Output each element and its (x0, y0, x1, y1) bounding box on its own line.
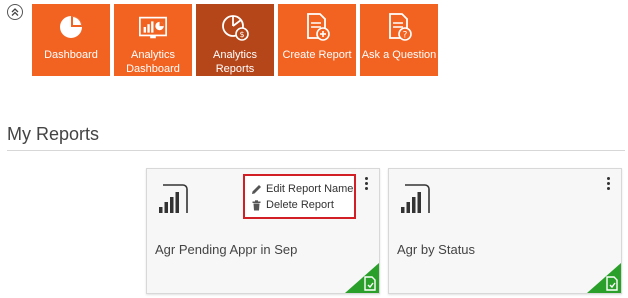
power-bi-icon (155, 181, 195, 226)
menu-item-label: Edit Report Name (266, 183, 354, 195)
page-title: My Reports (7, 124, 100, 144)
report-context-menu: Edit Report Name Delete Report (243, 174, 356, 219)
tile-analytics-dashboard[interactable]: Analytics Dashboard (114, 4, 192, 76)
pencil-icon (252, 184, 261, 194)
analytics-dashboard-icon (138, 12, 168, 42)
tile-label: Analytics Dashboard (126, 49, 180, 75)
nav-tiles: Dashboard Analytics Dashboard $ Analytic… (32, 4, 438, 76)
tile-label: Analytics Reports (212, 49, 258, 75)
tile-create-report[interactable]: Create Report (278, 4, 356, 76)
open-report-icon[interactable] (345, 263, 379, 293)
trash-icon (252, 199, 261, 210)
create-report-icon (302, 12, 332, 42)
edit-report-name-item[interactable]: Edit Report Name (251, 181, 354, 197)
menu-item-label: Delete Report (266, 199, 334, 211)
tile-label: Ask a Question (361, 49, 437, 61)
report-card[interactable]: Agr by Status (388, 168, 622, 294)
open-report-icon[interactable] (587, 263, 621, 293)
collapse-nav-button[interactable] (7, 4, 23, 20)
more-options-icon[interactable] (362, 177, 370, 193)
power-bi-icon (397, 181, 437, 226)
report-name: Agr by Status (397, 242, 476, 257)
more-options-icon[interactable] (604, 177, 612, 193)
tile-analytics-reports[interactable]: $ Analytics Reports (196, 4, 274, 76)
report-name: Agr Pending Appr in Sep (155, 242, 298, 257)
double-chevron-up-icon (11, 8, 19, 16)
pie-chart-icon (56, 12, 86, 42)
svg-text:$: $ (239, 30, 244, 39)
divider (7, 150, 625, 151)
tile-ask-question[interactable]: ? Ask a Question (360, 4, 438, 76)
delete-report-item[interactable]: Delete Report (251, 197, 354, 213)
tile-label: Create Report (282, 49, 352, 61)
ask-question-icon: ? (384, 12, 414, 42)
svg-text:?: ? (403, 31, 408, 41)
tile-dashboard[interactable]: Dashboard (32, 4, 110, 76)
analytics-reports-icon: $ (220, 12, 250, 42)
tile-label: Dashboard (44, 49, 98, 61)
